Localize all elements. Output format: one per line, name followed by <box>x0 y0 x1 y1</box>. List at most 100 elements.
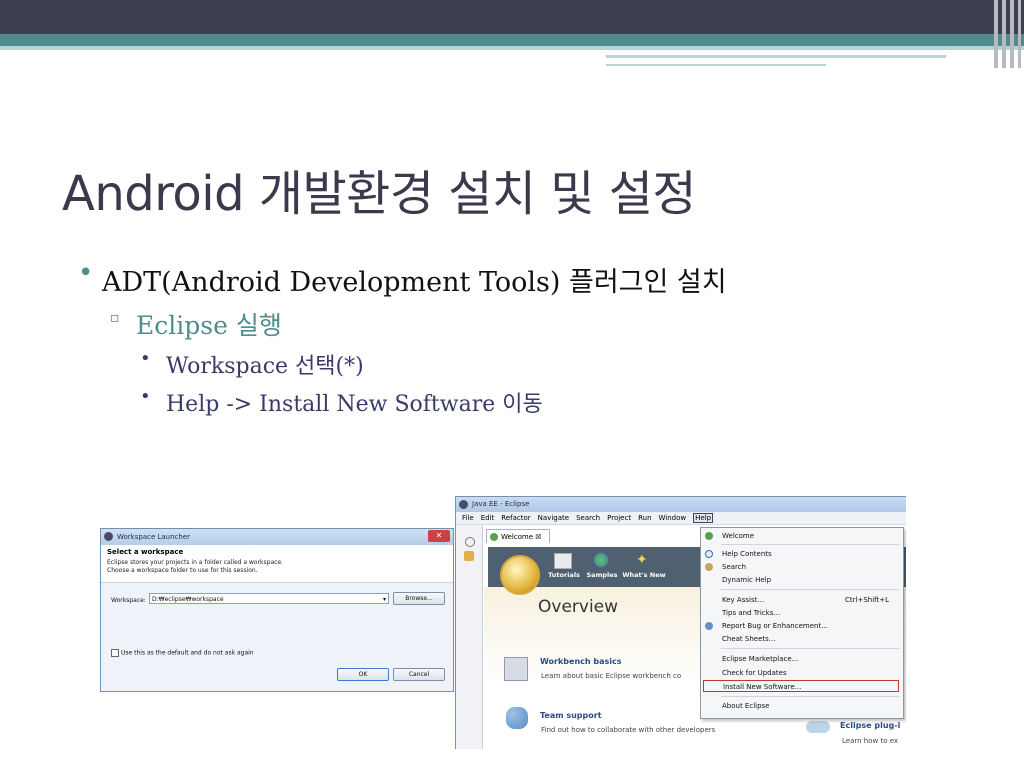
menu-item-marketplace[interactable]: Eclipse Marketplace... <box>701 653 901 665</box>
eclipse-icon <box>459 500 468 509</box>
welcome-icon <box>705 532 713 540</box>
ok-button[interactable]: OK <box>337 668 389 681</box>
header-teal-bar <box>0 34 1024 46</box>
menu-run[interactable]: Run <box>638 514 651 522</box>
menu-item-key-assist[interactable]: Key Assist... Ctrl+Shift+L <box>701 594 901 606</box>
help-icon <box>705 550 713 558</box>
package-icon[interactable] <box>464 551 474 561</box>
menu-item-label: About Eclipse <box>722 702 770 710</box>
bullet-dot: • <box>140 348 151 369</box>
bug-icon <box>705 622 713 630</box>
dialog-title: Workspace Launcher <box>117 533 191 541</box>
menu-item-dynamic-help[interactable]: Dynamic Help <box>701 574 901 586</box>
workbench-icon <box>504 657 528 681</box>
search-icon <box>705 563 713 571</box>
close-button[interactable]: ✕ <box>428 530 450 542</box>
menu-item-label: Cheat Sheets... <box>722 635 776 643</box>
menu-item-label: Dynamic Help <box>722 576 772 584</box>
tab-label: Welcome ☒ <box>501 533 542 541</box>
menu-item-help-contents[interactable]: Help Contents <box>701 548 901 560</box>
menu-edit[interactable]: Edit <box>481 514 495 522</box>
eclipse-window: Java EE - Eclipse File Edit Refactor Naviga… <box>455 496 906 749</box>
samples-icon[interactable] <box>594 553 608 567</box>
team-icon <box>506 707 528 729</box>
default-checkbox[interactable] <box>111 649 119 657</box>
welcome-icon <box>490 533 498 541</box>
menu-item-report-bug[interactable]: Report Bug or Enhancement... <box>701 620 901 632</box>
bullet-text: Eclipse 실행 <box>136 311 282 340</box>
perspective-icon[interactable] <box>465 537 475 547</box>
eclipse-titlebar: Java EE - Eclipse <box>456 497 906 512</box>
menu-item-label: Help Contents <box>722 550 772 558</box>
help-menu-dropdown: Welcome Help Contents Search Dynamic Hel… <box>700 527 904 719</box>
star-icon[interactable]: ✦ <box>636 553 652 567</box>
menu-separator <box>721 544 899 545</box>
menu-item-tips[interactable]: Tips and Tricks... <box>701 607 901 619</box>
tutorials-icon[interactable] <box>554 553 572 569</box>
dialog-titlebar: Workspace Launcher ✕ <box>101 529 453 545</box>
workspace-path: D:₩eclipse₩workspace <box>152 596 224 603</box>
menu-refactor[interactable]: Refactor <box>501 514 530 522</box>
header-vertical-stripe <box>1010 0 1014 68</box>
tab-welcome[interactable]: Welcome ☒ <box>486 529 550 543</box>
menu-project[interactable]: Project <box>607 514 631 522</box>
header-vertical-stripe <box>1002 0 1006 68</box>
menu-item-check-updates[interactable]: Check for Updates <box>701 667 901 679</box>
menu-item-about[interactable]: About Eclipse <box>701 700 901 712</box>
menubar: File Edit Refactor Navigate Search Project Run… <box>456 512 906 525</box>
menu-window[interactable]: Window <box>659 514 687 522</box>
cancel-button[interactable]: Cancel <box>393 668 445 681</box>
bullet-text: ADT(Android Development Tools) 플러그인 설치 <box>102 267 727 298</box>
menu-separator <box>721 648 899 649</box>
section-workbench-title[interactable]: Workbench basics <box>540 657 622 666</box>
menu-item-welcome[interactable]: Welcome <box>701 530 901 542</box>
menu-item-search[interactable]: Search <box>701 561 901 573</box>
workspace-launcher-dialog: Workspace Launcher ✕ Select a workspace … <box>100 528 454 692</box>
menu-item-label: Check for Updates <box>722 669 787 677</box>
browse-button[interactable]: Browse... <box>393 592 445 605</box>
overview-heading: Overview <box>538 597 619 617</box>
dialog-body: Workspace: D:₩eclipse₩workspace ▾ Browse… <box>101 583 453 691</box>
workspace-combo[interactable]: D:₩eclipse₩workspace ▾ <box>149 593 389 604</box>
menu-file[interactable]: File <box>462 514 474 522</box>
section-workbench-desc: Learn about basic Eclipse workbench co <box>541 672 682 680</box>
header-dark-bar <box>0 0 1024 34</box>
header-vertical-stripe <box>1018 0 1021 68</box>
banner-samples[interactable]: Samples <box>586 571 618 579</box>
dialog-description-line: Eclipse stores your projects in a folder… <box>107 559 284 566</box>
section-team-title[interactable]: Team support <box>540 711 602 720</box>
checkbox-label: Use this as the default and do not ask a… <box>121 649 254 657</box>
slide-title: Android 개발환경 설치 및 설정 <box>62 166 697 222</box>
section-plugin-title[interactable]: Eclipse plug-i <box>840 721 900 730</box>
bullet-text: Workspace 선택(*) <box>166 354 364 379</box>
menu-item-label: Welcome <box>722 532 755 540</box>
menu-separator <box>721 589 899 590</box>
plugin-icon <box>806 721 830 733</box>
menu-item-cheat-sheets[interactable]: Cheat Sheets... <box>701 633 901 645</box>
header-accent-line <box>606 55 946 58</box>
header-light-bar <box>0 46 1024 50</box>
workspace-label: Workspace: <box>111 597 146 604</box>
eclipse-icon <box>104 532 113 541</box>
menu-item-label: Eclipse Marketplace... <box>722 655 799 663</box>
dialog-heading: Select a workspace <box>107 548 184 556</box>
menu-search[interactable]: Search <box>576 514 600 522</box>
menu-navigate[interactable]: Navigate <box>538 514 569 522</box>
dialog-header: Select a workspace Eclipse stores your p… <box>101 545 453 583</box>
eclipse-title: Java EE - Eclipse <box>472 500 530 508</box>
menu-item-label: Tips and Tricks... <box>722 609 781 617</box>
chevron-down-icon[interactable]: ▾ <box>383 594 386 605</box>
menu-item-install-new-software[interactable]: Install New Software... <box>703 680 899 692</box>
banner-tutorials[interactable]: Tutorials <box>548 571 580 579</box>
menu-item-label: Report Bug or Enhancement... <box>722 622 828 630</box>
bullet-text: Help -> Install New Software 이동 <box>166 392 543 417</box>
banner-whats-new[interactable]: What's New <box>622 571 666 579</box>
section-plugin-desc: Learn how to ex <box>842 737 899 745</box>
bullet-square: ▫ <box>110 310 120 326</box>
default-checkbox-row[interactable]: Use this as the default and do not ask a… <box>111 649 254 657</box>
menu-help[interactable]: Help <box>693 513 714 523</box>
section-team-desc: Find out how to collaborate with other d… <box>541 726 716 734</box>
side-toolbar <box>456 525 483 749</box>
globe-icon <box>500 555 540 595</box>
menu-item-label: Install New Software... <box>723 683 802 691</box>
